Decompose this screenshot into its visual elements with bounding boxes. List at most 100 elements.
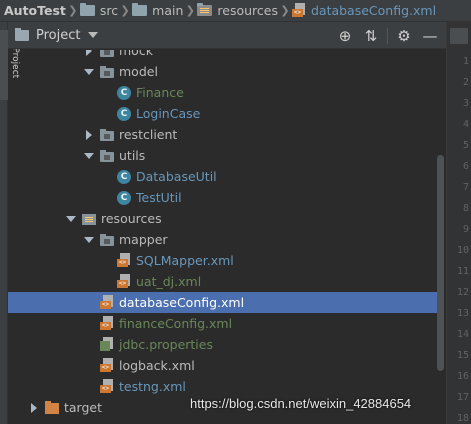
line-number: 9	[462, 224, 469, 235]
breadcrumb-separator-icon: ❯	[68, 4, 78, 17]
project-tree: mock model C Finance C LoginCase restclient uti…	[8, 50, 438, 424]
hide-panel-icon[interactable]: —	[420, 26, 440, 46]
tree-vertical-scrollbar[interactable]	[437, 155, 444, 371]
resources-folder-icon	[82, 214, 96, 225]
tree-node-class[interactable]: C DatabaseUtil	[8, 166, 438, 187]
tree-node-folder[interactable]: model	[8, 61, 438, 82]
xml-file-icon: <>	[100, 358, 114, 373]
line-number: 13	[456, 308, 469, 319]
tree-node-label: logback.xml	[119, 358, 195, 373]
xml-file-icon: <>	[117, 253, 131, 268]
line-number: 10	[456, 245, 469, 256]
breadcrumb-item[interactable]: <> databaseConfig.xml	[291, 0, 437, 21]
tree-node-folder[interactable]: utils	[8, 145, 438, 166]
breadcrumb-item[interactable]: src	[79, 0, 118, 21]
tree-node-class[interactable]: C TestUtil	[8, 187, 438, 208]
expanded-arrow-icon[interactable]	[83, 61, 95, 82]
tree-node-label: mock	[119, 50, 153, 58]
line-number: 1	[462, 56, 469, 67]
tree-node-label: utils	[119, 148, 146, 163]
breadcrumb-item[interactable]: AutoTest	[2, 0, 66, 21]
locate-file-icon[interactable]: ⊕	[335, 26, 355, 46]
tree-node-label: mapper	[119, 232, 168, 247]
watermark-text: https://blog.csdn.net/weixin_42884654	[190, 396, 412, 411]
package-folder-icon	[100, 128, 114, 141]
tree-node-label: SQLMapper.xml	[136, 253, 234, 268]
tree-node-xml[interactable]: <> SQLMapper.xml	[8, 250, 438, 271]
line-number: 15	[456, 350, 469, 361]
xml-file-icon: <>	[100, 379, 114, 394]
line-number: 12	[456, 287, 469, 298]
tree-node-xml[interactable]: <> logback.xml	[8, 355, 438, 376]
breadcrumb-item[interactable]: resources	[197, 0, 278, 21]
collapsed-arrow-icon[interactable]	[83, 50, 95, 61]
line-number: 7	[462, 182, 469, 193]
tree-node-resfolder[interactable]: resources	[8, 208, 438, 229]
tree-node-label: target	[64, 400, 103, 415]
tree-node-class[interactable]: C Finance	[8, 82, 438, 103]
tree-node-folder[interactable]: mapper	[8, 229, 438, 250]
tree-node-xml[interactable]: <> uat_dj.xml	[8, 271, 438, 292]
breadcrumb-item[interactable]: main	[132, 0, 184, 21]
tree-node-xml[interactable]: <> testng.xml	[8, 376, 438, 397]
java-class-icon: C	[117, 190, 131, 205]
tree-node-xml[interactable]: <> financeConfig.xml	[8, 313, 438, 334]
panel-toolbar: ⊕ ⇅ ⚙ —	[335, 22, 446, 49]
java-class-icon: C	[117, 106, 131, 121]
tree-node-label: restclient	[119, 127, 178, 142]
settings-gear-icon[interactable]: ⚙	[394, 26, 414, 46]
project-panel-header: Project ⊕ ⇅ ⚙ —	[8, 22, 446, 49]
breadcrumb-separator-icon: ❯	[185, 4, 195, 17]
tree-node-label: LoginCase	[136, 106, 201, 121]
breadcrumb-label: databaseConfig.xml	[310, 3, 437, 18]
collapse-all-icon[interactable]: ⇅	[361, 26, 381, 46]
tree-node-props[interactable]: jdbc.properties	[8, 334, 438, 355]
view-dropdown-chevron-icon[interactable]	[88, 32, 99, 38]
breadcrumb-separator-icon: ❯	[120, 4, 130, 17]
java-class-icon: C	[117, 85, 131, 100]
tree-node-xml[interactable]: <> databaseConfig.xml	[8, 292, 438, 313]
expanded-arrow-icon[interactable]	[83, 229, 95, 250]
resources-folder-icon	[197, 3, 213, 16]
expanded-arrow-icon[interactable]	[65, 208, 77, 229]
package-folder-icon	[100, 149, 114, 162]
package-folder-icon	[100, 50, 114, 57]
tree-node-label: resources	[101, 211, 162, 226]
breadcrumb-label: resources	[217, 3, 278, 18]
line-number: 4	[462, 119, 469, 130]
expanded-arrow-icon[interactable]	[83, 145, 95, 166]
left-tool-strip: 1: Project	[0, 22, 20, 424]
tree-node-label: DatabaseUtil	[136, 169, 217, 184]
project-tool-tab[interactable]: 1: Project	[0, 30, 20, 100]
xml-file-icon: <>	[291, 3, 306, 18]
xml-file-icon: <>	[117, 274, 131, 289]
tree-node-label: model	[119, 64, 158, 79]
tree-node-label: testng.xml	[119, 379, 186, 394]
collapsed-arrow-icon[interactable]	[28, 397, 40, 418]
xml-file-icon: <>	[100, 316, 114, 331]
tree-node-label: Finance	[136, 85, 184, 100]
toolbar-divider	[387, 27, 388, 44]
tree-node-label: uat_dj.xml	[136, 274, 202, 289]
editor-line-gutter: 1 2 3 4 5 6 7 8 9 10 11 12 13 14 15 16 17 18	[446, 22, 471, 424]
excluded-folder-icon	[45, 401, 59, 414]
tree-node-class[interactable]: C LoginCase	[8, 103, 438, 124]
line-number: 5	[462, 140, 469, 151]
package-folder-icon	[100, 233, 114, 246]
package-folder-icon	[100, 65, 114, 78]
breadcrumb-label: main	[152, 3, 184, 18]
xml-file-icon: <>	[100, 295, 114, 310]
line-number: 16	[456, 371, 469, 382]
navigation-breadcrumb: AutoTest ❯ src ❯ main ❯ resources ❯ <> databaseCo…	[0, 0, 471, 22]
tree-node-label: financeConfig.xml	[119, 316, 233, 331]
collapsed-arrow-icon[interactable]	[83, 124, 95, 145]
tree-node-folder[interactable]: restclient	[8, 124, 438, 145]
properties-file-icon	[100, 337, 114, 352]
line-number: 14	[456, 329, 469, 340]
gutter-marker	[450, 28, 468, 44]
tree-node-label: databaseConfig.xml	[119, 295, 245, 310]
tree-node-folder[interactable]: mock	[8, 50, 438, 61]
line-number: 11	[456, 266, 469, 277]
line-number: 3	[462, 98, 469, 109]
breadcrumb-separator-icon: ❯	[280, 4, 290, 17]
